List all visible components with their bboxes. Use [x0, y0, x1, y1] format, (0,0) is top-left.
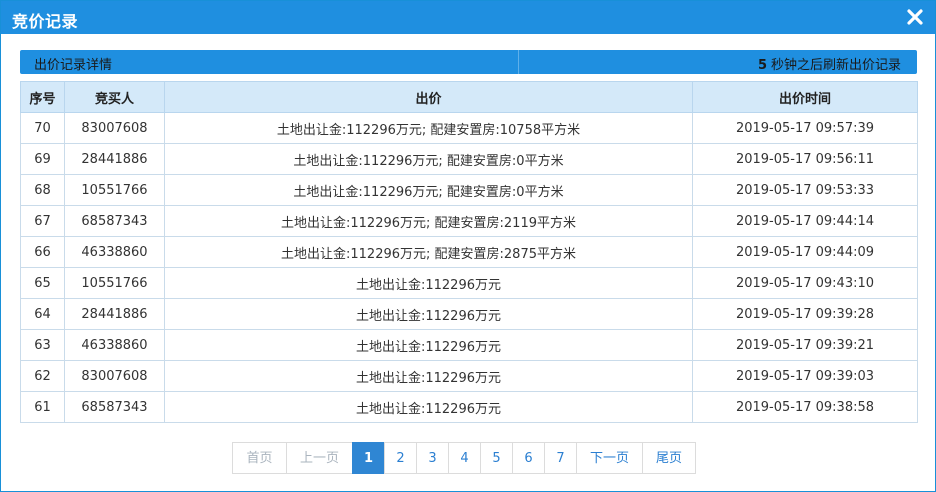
cell-bidder: 46338860 — [64, 329, 165, 361]
page-3-button[interactable]: 3 — [416, 442, 449, 474]
cell-bidder: 28441886 — [64, 143, 165, 175]
record-subheader: 出价记录详情 5 秒钟之后刷新出价记录 — [20, 50, 917, 74]
countdown-seconds: 5 — [757, 58, 767, 73]
page-7-button[interactable]: 7 — [544, 442, 577, 474]
cell-bidder: 10551766 — [64, 174, 165, 206]
cell-bidder: 46338860 — [64, 236, 165, 268]
cell-seq: 70 — [20, 112, 65, 144]
cell-time: 2019-05-17 09:38:58 — [692, 391, 918, 423]
cell-time: 2019-05-17 09:39:28 — [692, 298, 918, 330]
cell-bid: 土地出让金:112296万元 — [164, 298, 693, 330]
cell-seq: 68 — [20, 174, 65, 206]
cell-time: 2019-05-17 09:39:03 — [692, 360, 918, 392]
table-row: 67 68587343 土地出让金:112296万元; 配建安置房:2119平方… — [20, 205, 918, 237]
close-button[interactable] — [905, 7, 925, 27]
cell-seq: 65 — [20, 267, 65, 299]
subheader-left: 出价记录详情 — [20, 50, 519, 74]
column-header-bidder: 竞买人 — [64, 81, 165, 113]
cell-bid: 土地出让金:112296万元; 配建安置房:2875平方米 — [164, 236, 693, 268]
refresh-countdown: 5 秒钟之后刷新出价记录 — [758, 54, 901, 73]
table-row: 70 83007608 土地出让金:112296万元; 配建安置房:10758平… — [20, 112, 918, 144]
page-4-button[interactable]: 4 — [448, 442, 481, 474]
page-1-button[interactable]: 1 — [352, 442, 385, 474]
subheader-title: 出价记录详情 — [34, 58, 113, 73]
cell-time: 2019-05-17 09:44:14 — [692, 205, 918, 237]
cell-time: 2019-05-17 09:53:33 — [692, 174, 918, 206]
cell-bid: 土地出让金:112296万元; 配建安置房:10758平方米 — [164, 112, 693, 144]
cell-bidder: 68587343 — [64, 205, 165, 237]
table-header-row: 序号 竞买人 出价 出价时间 — [20, 81, 918, 113]
column-header-time: 出价时间 — [692, 81, 918, 113]
prev-page-button[interactable]: 上一页 — [286, 442, 353, 474]
cell-time: 2019-05-17 09:43:10 — [692, 267, 918, 299]
cell-time: 2019-05-17 09:39:21 — [692, 329, 918, 361]
dialog-title: 竞价记录 — [12, 12, 79, 31]
cell-time: 2019-05-17 09:56:11 — [692, 143, 918, 175]
cell-bid: 土地出让金:112296万元 — [164, 267, 693, 299]
cell-bidder: 68587343 — [64, 391, 165, 423]
table-row: 61 68587343 土地出让金:112296万元 2019-05-17 09… — [20, 391, 918, 423]
cell-bid: 土地出让金:112296万元; 配建安置房:0平方米 — [164, 143, 693, 175]
cell-seq: 66 — [20, 236, 65, 268]
column-header-seq: 序号 — [20, 81, 65, 113]
table-row: 69 28441886 土地出让金:112296万元; 配建安置房:0平方米 2… — [20, 143, 918, 175]
table-row: 64 28441886 土地出让金:112296万元 2019-05-17 09… — [20, 298, 918, 330]
table-row: 68 10551766 土地出让金:112296万元; 配建安置房:0平方米 2… — [20, 174, 918, 206]
table-row: 63 46338860 土地出让金:112296万元 2019-05-17 09… — [20, 329, 918, 361]
pagination: 首页 上一页 1 2 3 4 5 6 7 下一页 尾页 — [232, 442, 696, 474]
countdown-text: 秒钟之后刷新出价记录 — [770, 58, 901, 73]
cell-bid: 土地出让金:112296万元; 配建安置房:0平方米 — [164, 174, 693, 206]
dialog-titlebar: 竞价记录 — [1, 1, 935, 34]
column-header-bid: 出价 — [164, 81, 693, 113]
bid-record-dialog: 竞价记录 出价记录详情 5秒钟之后刷新出价记录 序号 竞买人 出价 出价时间 — [0, 0, 936, 492]
cell-seq: 69 — [20, 143, 65, 175]
cell-bid: 土地出让金:112296万元; 配建安置房:2119平方米 — [164, 205, 693, 237]
cell-bid: 土地出让金:112296万元 — [164, 360, 693, 392]
last-page-button[interactable]: 尾页 — [642, 442, 696, 474]
page-2-button[interactable]: 2 — [384, 442, 417, 474]
cell-bidder: 83007608 — [64, 112, 165, 144]
first-page-button[interactable]: 首页 — [232, 442, 287, 474]
bid-table: 序号 竞买人 出价 出价时间 70 83007608 土地出让金:112296万… — [20, 81, 918, 423]
table-row: 62 83007608 土地出让金:112296万元 2019-05-17 09… — [20, 360, 918, 392]
table-row: 66 46338860 土地出让金:112296万元; 配建安置房:2875平方… — [20, 236, 918, 268]
cell-seq: 61 — [20, 391, 65, 423]
cell-bid: 土地出让金:112296万元 — [164, 329, 693, 361]
cell-seq: 63 — [20, 329, 65, 361]
close-icon — [907, 9, 923, 25]
next-page-button[interactable]: 下一页 — [576, 442, 643, 474]
cell-seq: 62 — [20, 360, 65, 392]
cell-bid: 土地出让金:112296万元 — [164, 391, 693, 423]
cell-time: 2019-05-17 09:57:39 — [692, 112, 918, 144]
cell-bidder: 83007608 — [64, 360, 165, 392]
table-row: 65 10551766 土地出让金:112296万元 2019-05-17 09… — [20, 267, 918, 299]
page-6-button[interactable]: 6 — [512, 442, 545, 474]
cell-time: 2019-05-17 09:44:09 — [692, 236, 918, 268]
page-5-button[interactable]: 5 — [480, 442, 513, 474]
cell-seq: 64 — [20, 298, 65, 330]
cell-seq: 67 — [20, 205, 65, 237]
cell-bidder: 10551766 — [64, 267, 165, 299]
cell-bidder: 28441886 — [64, 298, 165, 330]
